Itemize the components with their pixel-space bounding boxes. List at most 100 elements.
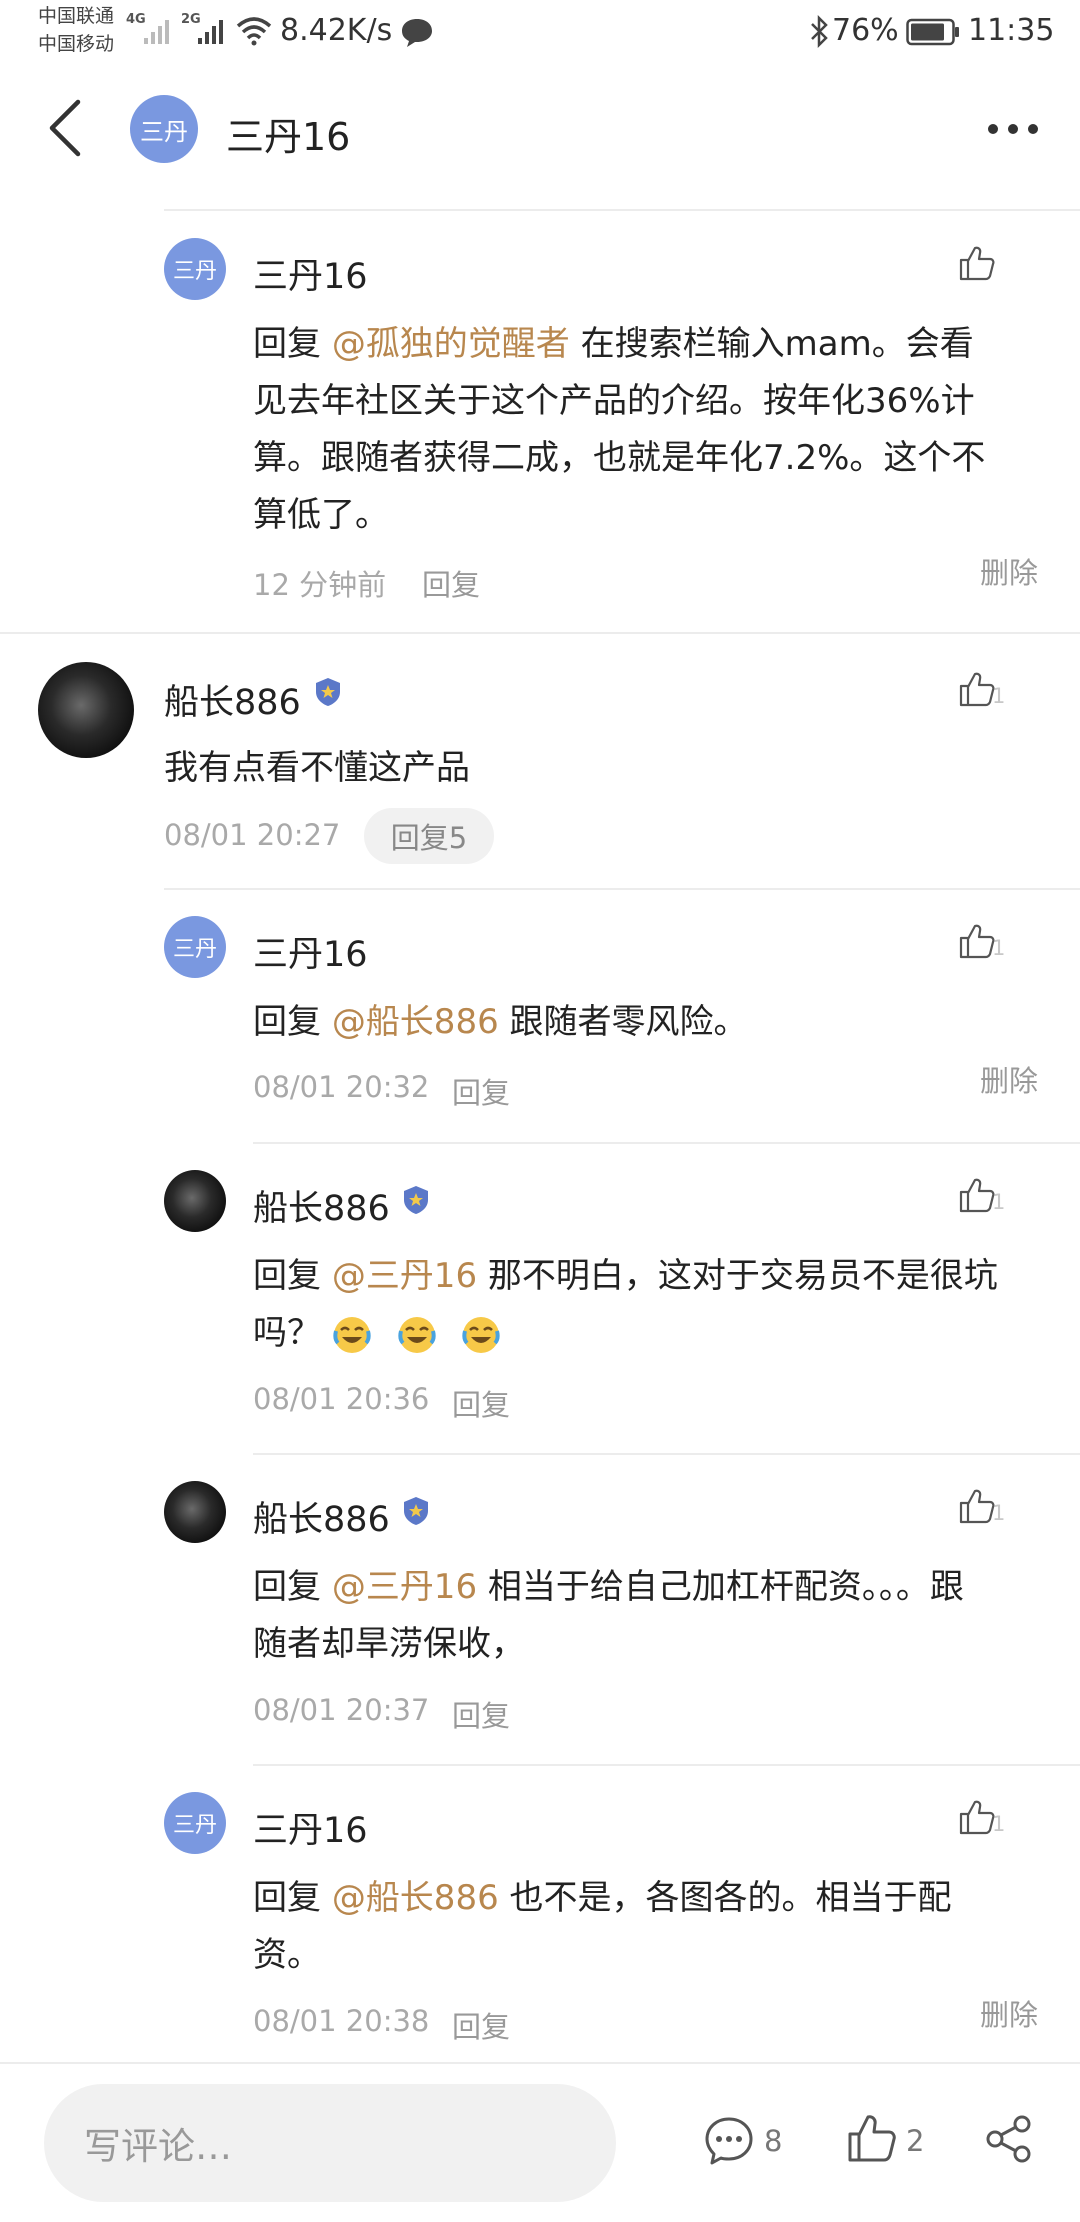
battery-percent: 76% <box>832 13 899 48</box>
avatar[interactable]: 三丹 <box>164 916 226 978</box>
mention-link[interactable]: @船长886 <box>332 1002 499 1042</box>
text-line-1: 也不是，各图各的。相当于配 <box>498 1878 952 1918</box>
reply-button[interactable]: 回复 <box>452 1070 510 1112</box>
reply-button[interactable]: 回复 <box>452 2004 510 2046</box>
timestamp: 12 分钟前 <box>253 568 387 602</box>
comment-item: 三丹 三丹16 1 回复 @船长886 也不是，各图各的。相当于配 资。 08/… <box>0 1766 1080 2062</box>
like-count: 1 <box>992 1501 1006 1525</box>
back-icon[interactable] <box>44 98 84 158</box>
delete-button[interactable]: 删除 <box>980 1992 1038 2034</box>
avatar[interactable]: 三丹 <box>164 238 226 300</box>
reply-prefix: 回复 <box>253 1002 332 1042</box>
comment-text: 回复 @三丹16 那不明白，这对于交易员不是很坑 吗？ <box>253 1248 1053 1362</box>
comment-text: 我有点看不懂这产品 <box>164 748 470 788</box>
text-line-1: 跟随者零风险。 <box>498 1002 748 1042</box>
comment-count: 8 <box>764 2124 783 2158</box>
status-bar: 中国联通 中国移动 4G 2G 8.42K/s 76% 11:35 <box>0 0 1080 66</box>
text-line-2: 资。 <box>253 1935 321 1975</box>
thumbs-up-icon[interactable] <box>958 1487 996 1525</box>
username[interactable]: 船长886 <box>253 1180 390 1231</box>
carrier-1: 中国联通 <box>38 5 115 27</box>
thumbs-up-icon[interactable] <box>846 2112 898 2164</box>
avatar[interactable] <box>164 1481 226 1543</box>
thumbs-up-icon[interactable] <box>958 1176 996 1214</box>
header-avatar[interactable]: 三丹 <box>130 95 198 163</box>
reply-count-button[interactable]: 回复5 <box>364 808 494 864</box>
bluetooth-icon <box>811 14 828 49</box>
delete-button[interactable]: 删除 <box>980 550 1038 592</box>
text-line-2: 吗？ <box>253 1313 321 1353</box>
username[interactable]: 三丹16 <box>253 926 368 977</box>
top-nav-bar: 三丹 三丹16 <box>0 66 1080 186</box>
page-title: 三丹16 <box>226 115 351 159</box>
text-line-1: 在搜索栏输入mam。会看 <box>569 324 974 364</box>
like-count: 1 <box>992 1190 1006 1214</box>
reply-button[interactable]: 回复 <box>452 1382 510 1424</box>
message-icon <box>402 19 432 47</box>
comment-item: 船长886 1 回复 @三丹16 相当于给自己加杠杆配资。。。跟 随者却旱涝保收… <box>0 1455 1080 1763</box>
police-badge-icon <box>316 678 340 706</box>
comment-icon[interactable] <box>704 2116 754 2166</box>
text-line-1: 那不明白，这对于交易员不是很坑 <box>477 1256 998 1296</box>
battery-icon <box>906 18 959 46</box>
comment-text: 回复 @船长886 跟随者零风险。 <box>253 994 1053 1051</box>
timestamp: 08/01 20:38 <box>253 2004 430 2038</box>
text-line-4: 算低了。 <box>253 495 389 535</box>
mention-link[interactable]: @三丹16 <box>332 1567 477 1607</box>
signal-icon-1 <box>144 20 169 44</box>
comment-item: 船长886 1 回复 @三丹16 那不明白，这对于交易员不是很坑 吗？ 08/0… <box>0 1144 1080 1452</box>
comment-text: 回复 @船长886 也不是，各图各的。相当于配 资。 <box>253 1870 1053 1984</box>
wifi-icon <box>236 17 272 46</box>
laughing-emoji-icon <box>333 1316 371 1353</box>
username[interactable]: 三丹16 <box>253 248 368 299</box>
comment-item: 三丹 三丹16 回复 @孤独的觉醒者 在搜索栏输入mam。会看 见去年社区关于这… <box>0 212 1080 632</box>
avatar[interactable]: 三丹 <box>164 1792 226 1854</box>
mention-link[interactable]: @三丹16 <box>332 1256 477 1296</box>
network-speed: 8.42K/s <box>280 13 393 48</box>
reply-button[interactable]: 回复 <box>422 562 480 604</box>
laughing-emoji-icon <box>462 1316 501 1353</box>
mention-link[interactable]: @孤独的觉醒者 <box>332 324 570 364</box>
reply-prefix: 回复 <box>253 1878 332 1918</box>
text-line-2: 见去年社区关于这个产品的介绍。按年化36%计 <box>253 381 975 421</box>
thumbs-up-icon[interactable] <box>958 670 996 708</box>
timestamp: 08/01 20:27 <box>164 818 341 852</box>
like-count: 1 <box>992 684 1006 708</box>
username[interactable]: 三丹16 <box>253 1802 368 1853</box>
username[interactable]: 船长886 <box>164 674 301 725</box>
text-line-1: 相当于给自己加杠杆配资。。。跟 <box>477 1567 964 1607</box>
reply-prefix: 回复 <box>253 1256 332 1296</box>
police-badge-icon <box>404 1186 428 1214</box>
text-line-3: 算。跟随者获得二成，也就是年化7.2%。这个不 <box>253 438 986 478</box>
username[interactable]: 船长886 <box>253 1491 390 1542</box>
mention-link[interactable]: @船长886 <box>332 1878 499 1918</box>
police-badge-icon <box>404 1497 428 1525</box>
clock: 11:35 <box>968 13 1055 48</box>
like-count: 2 <box>906 2124 925 2158</box>
like-count: 1 <box>992 1812 1006 1836</box>
reply-prefix: 回复 <box>253 324 332 364</box>
signal-icon-2 <box>198 20 223 44</box>
more-icon[interactable] <box>986 120 1040 138</box>
thumbs-up-icon[interactable] <box>958 922 996 960</box>
avatar[interactable] <box>38 662 134 758</box>
delete-button[interactable]: 删除 <box>980 1058 1038 1100</box>
avatar[interactable] <box>164 1170 226 1232</box>
thumbs-up-icon[interactable] <box>958 244 996 282</box>
comment-item: 三丹 三丹16 1 回复 @船长886 跟随者零风险。 08/01 20:32 … <box>0 890 1080 1140</box>
timestamp: 08/01 20:36 <box>253 1382 430 1416</box>
carrier-2: 中国移动 <box>38 33 115 55</box>
comment-text: 回复 @孤独的觉醒者 在搜索栏输入mam。会看 见去年社区关于这个产品的介绍。按… <box>253 316 1053 544</box>
text-line-2: 随者却旱涝保收， <box>253 1624 525 1664</box>
timestamp: 08/01 20:37 <box>253 1693 430 1727</box>
comment-item: 船长886 1 我有点看不懂这产品 08/01 20:27 回复5 <box>0 634 1080 888</box>
timestamp: 08/01 20:32 <box>253 1070 430 1104</box>
reply-prefix: 回复 <box>253 1567 332 1607</box>
comment-text: 回复 @三丹16 相当于给自己加杠杆配资。。。跟 随者却旱涝保收， <box>253 1559 1053 1673</box>
laughing-emoji-icon <box>397 1316 436 1353</box>
reply-button[interactable]: 回复 <box>452 1693 510 1735</box>
like-count: 1 <box>992 936 1006 960</box>
share-icon[interactable] <box>984 2114 1034 2164</box>
comment-input[interactable]: 写评论… <box>44 2084 616 2202</box>
thumbs-up-icon[interactable] <box>958 1798 996 1836</box>
